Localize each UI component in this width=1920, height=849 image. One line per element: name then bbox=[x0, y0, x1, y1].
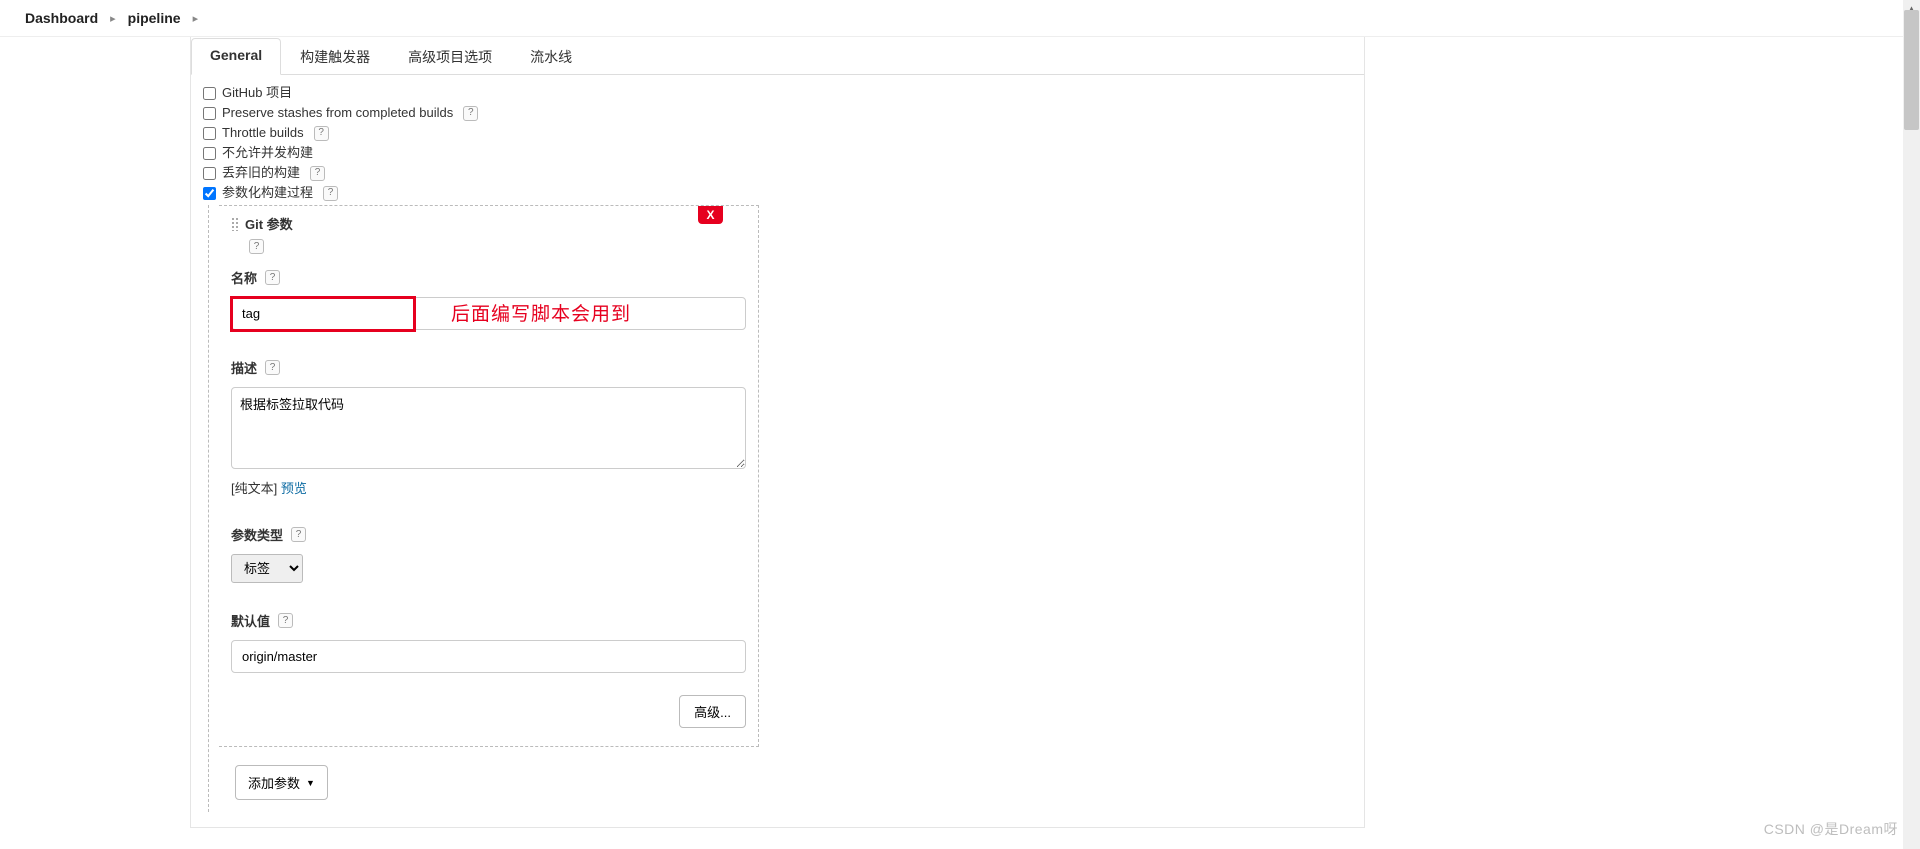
checkbox-parameterized[interactable] bbox=[203, 187, 216, 200]
description-label: 描述 bbox=[231, 358, 257, 377]
git-parameter-block: X Git 参数 ? 名称 ? 后面编写脚本会用到 bbox=[219, 205, 759, 747]
chevron-right-icon: ▸ bbox=[110, 12, 116, 25]
watermark: CSDN @是Dream呀 bbox=[1764, 819, 1898, 839]
help-icon[interactable]: ? bbox=[278, 613, 293, 628]
label-parameterized: 参数化构建过程 bbox=[222, 184, 313, 202]
tab-general[interactable]: General bbox=[191, 38, 281, 75]
default-value-label: 默认值 bbox=[231, 611, 270, 630]
help-icon[interactable]: ? bbox=[314, 126, 329, 141]
tab-content-general: GitHub 项目 Preserve stashes from complete… bbox=[191, 75, 1364, 827]
breadcrumb: Dashboard ▸ pipeline ▸ bbox=[0, 0, 1920, 37]
checkbox-github-project[interactable] bbox=[203, 87, 216, 100]
tab-build-triggers[interactable]: 构建触发器 bbox=[281, 38, 389, 75]
checkbox-no-concurrent[interactable] bbox=[203, 147, 216, 160]
param-type-select[interactable]: 标签 bbox=[231, 554, 303, 583]
drag-handle-icon[interactable] bbox=[231, 217, 239, 231]
label-throttle-builds: Throttle builds bbox=[222, 124, 304, 142]
help-icon[interactable]: ? bbox=[291, 527, 306, 542]
parameter-title: Git 参数 bbox=[245, 214, 293, 233]
help-icon[interactable]: ? bbox=[323, 186, 338, 201]
add-parameter-label: 添加参数 bbox=[248, 773, 300, 792]
checkbox-preserve-stashes[interactable] bbox=[203, 107, 216, 120]
name-label: 名称 bbox=[231, 268, 257, 287]
tab-pipeline[interactable]: 流水线 bbox=[511, 38, 591, 75]
label-preserve-stashes: Preserve stashes from completed builds bbox=[222, 104, 453, 122]
add-parameter-button[interactable]: 添加参数 ▼ bbox=[235, 765, 328, 800]
checkbox-throttle-builds[interactable] bbox=[203, 127, 216, 140]
breadcrumb-dashboard[interactable]: Dashboard bbox=[25, 10, 98, 26]
parameterized-section: X Git 参数 ? 名称 ? 后面编写脚本会用到 bbox=[208, 205, 1352, 812]
chevron-right-icon: ▸ bbox=[193, 12, 199, 25]
default-value-input[interactable] bbox=[231, 640, 746, 673]
label-discard-old: 丢弃旧的构建 bbox=[222, 164, 300, 182]
config-panel: General 构建触发器 高级项目选项 流水线 GitHub 项目 Prese… bbox=[190, 37, 1365, 828]
name-input[interactable] bbox=[231, 297, 746, 330]
help-icon[interactable]: ? bbox=[265, 270, 280, 285]
description-textarea[interactable]: 根据标签拉取代码 bbox=[231, 387, 746, 469]
vertical-scrollbar[interactable]: ▴ bbox=[1903, 0, 1920, 849]
tab-advanced-project-options[interactable]: 高级项目选项 bbox=[389, 38, 511, 75]
scrollbar-thumb[interactable] bbox=[1904, 10, 1919, 130]
param-type-label: 参数类型 bbox=[231, 525, 283, 544]
breadcrumb-pipeline[interactable]: pipeline bbox=[128, 10, 181, 26]
preview-link[interactable]: 预览 bbox=[281, 481, 307, 496]
label-no-concurrent: 不允许并发构建 bbox=[222, 144, 313, 162]
checkbox-discard-old[interactable] bbox=[203, 167, 216, 180]
help-icon[interactable]: ? bbox=[463, 106, 478, 121]
help-icon[interactable]: ? bbox=[310, 166, 325, 181]
plain-text-label: [纯文本] bbox=[231, 481, 277, 496]
label-github-project: GitHub 项目 bbox=[222, 84, 292, 102]
help-icon[interactable]: ? bbox=[265, 360, 280, 375]
chevron-down-icon: ▼ bbox=[306, 778, 315, 788]
tabs: General 构建触发器 高级项目选项 流水线 bbox=[191, 37, 1364, 75]
advanced-button[interactable]: 高级... bbox=[679, 695, 746, 728]
help-icon[interactable]: ? bbox=[249, 239, 264, 254]
delete-parameter-button[interactable]: X bbox=[698, 206, 723, 224]
